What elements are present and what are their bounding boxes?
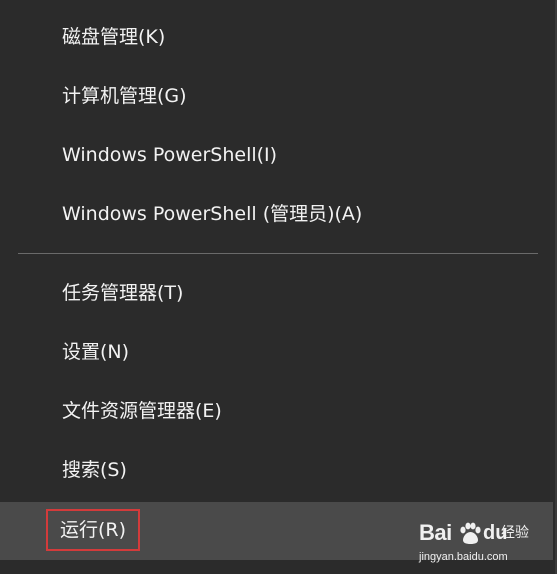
menu-item-search[interactable]: 搜索(S) — [0, 441, 553, 499]
watermark-url: jingyan.baidu.com — [419, 551, 508, 563]
menu-item-task-manager[interactable]: 任务管理器(T) — [0, 264, 553, 322]
menu-item-label: 搜索(S) — [62, 459, 127, 481]
menu-item-run-label: 运行(R) — [45, 508, 141, 551]
menu-item-powershell[interactable]: Windows PowerShell(I) — [0, 126, 553, 184]
menu-item-label: 任务管理器(T) — [62, 282, 184, 304]
menu-item-label: 计算机管理(G) — [62, 85, 187, 107]
menu-item-label: 设置(N) — [62, 341, 130, 363]
menu-item-label: Windows PowerShell (管理员)(A) — [62, 203, 363, 225]
watermark-brand-bai: Bai — [419, 520, 452, 545]
context-menu: 磁盘管理(K) 计算机管理(G) Windows PowerShell(I) W… — [0, 0, 557, 574]
menu-item-file-explorer[interactable]: 文件资源管理器(E) — [0, 382, 553, 440]
menu-item-label: 文件资源管理器(E) — [62, 400, 222, 422]
menu-item-label: 磁盘管理(K) — [62, 26, 166, 48]
menu-item-computer-management[interactable]: 计算机管理(G) — [0, 67, 553, 125]
menu-bottom-edge — [0, 568, 553, 574]
menu-item-disk-management[interactable]: 磁盘管理(K) — [0, 8, 553, 66]
menu-item-settings[interactable]: 设置(N) — [0, 323, 553, 381]
baidu-jingyan-watermark: Bai du 经验 jingyan.baidu.com — [419, 516, 529, 568]
watermark-logo: Bai du 经验 — [419, 518, 529, 548]
watermark-brand-cn: 经验 — [501, 525, 529, 541]
paw-icon — [460, 522, 481, 544]
menu-divider — [18, 253, 538, 254]
menu-item-label: Windows PowerShell(I) — [62, 144, 278, 166]
menu-item-powershell-admin[interactable]: Windows PowerShell (管理员)(A) — [0, 185, 553, 243]
